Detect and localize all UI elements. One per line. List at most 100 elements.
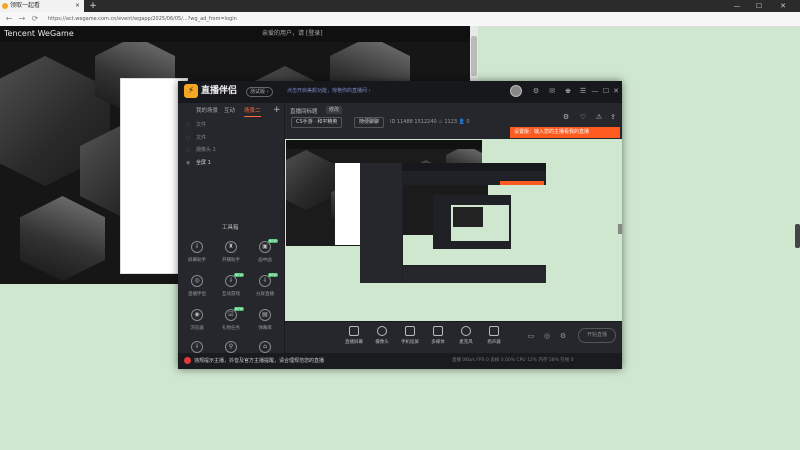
gear-icon[interactable]: ⚙ [558, 331, 568, 341]
media-button[interactable]: 多媒体 [427, 326, 449, 350]
status-warning[interactable]: 违规提示主播，抖音及官方主播提醒，请合理规范您的直播 [184, 355, 324, 367]
room-stats: ID 11488 1512240 ♨ 1123 👤 0 [390, 119, 470, 125]
maximize-icon[interactable]: ☐ [601, 86, 611, 96]
scene-row[interactable]: ◌ 文件 [186, 133, 206, 143]
tool-icon: ♜ [225, 241, 237, 253]
tab-title: 领取一起看 [10, 2, 41, 9]
tool-item[interactable]: ▣ 画中画 NEW [250, 239, 280, 273]
wegame-login-link[interactable]: 亲爱的用户，请 [登录] [262, 28, 323, 40]
tool-item[interactable]: ⌂ [250, 341, 280, 353]
tab-scene-two[interactable]: 场景二 [244, 106, 261, 117]
tool-item[interactable]: ⚲ [216, 341, 246, 353]
tool-icon: ◉ [191, 309, 203, 321]
app-logo-icon: ⚡ [184, 84, 198, 98]
tool-item[interactable]: ♜ 开播助手 [216, 241, 246, 273]
nested-sidebar [360, 163, 402, 283]
new-tab-button[interactable]: + [88, 0, 98, 12]
scene-row-label: 文件 [196, 122, 207, 128]
bottom-tool-label: 多媒体 [431, 340, 445, 345]
setting-notice-banner[interactable]: 设置版：输入您的主播看我的直播 [510, 127, 620, 138]
bottom-tool-label: 扬声器 [487, 340, 501, 345]
tool-icon: ▤ [259, 309, 271, 321]
reload-icon[interactable]: ⟳ [30, 12, 40, 26]
eye-icon[interactable]: ◌ [186, 133, 192, 143]
bottom-tool-label: 手机投屏 [401, 340, 419, 345]
wegame-logo[interactable]: Tencent WeGame [4, 28, 74, 40]
scrollbar-thumb[interactable] [471, 36, 477, 76]
back-icon[interactable]: ← [4, 12, 14, 26]
address-input[interactable]: https://act.wegame.com.cn/event/wgapp/20… [48, 12, 237, 26]
mail-icon[interactable]: ✉ [547, 86, 557, 96]
microphone-button[interactable]: 麦克风 [455, 326, 477, 350]
window-maximize-icon[interactable]: ☐ [750, 0, 768, 12]
view-icon[interactable]: ◎ [542, 331, 552, 341]
avatar[interactable] [510, 85, 522, 97]
scene-row[interactable]: ◌ 摄像头 1 [186, 145, 216, 155]
tool-item[interactable]: ◎ 直播伴侣 [182, 275, 212, 307]
phone-cast-button[interactable]: 手机投屏 [399, 326, 421, 350]
microphone-icon [461, 326, 471, 336]
eye-icon[interactable]: ◌ [186, 145, 192, 155]
room-edit-button[interactable]: 修改 [326, 106, 343, 114]
minimize-icon[interactable]: — [590, 86, 600, 96]
browser-tab[interactable]: 领取一起看 × [0, 0, 84, 12]
tool-icon: ⇩ [191, 341, 203, 353]
settings-icon[interactable]: ⚙ [531, 86, 541, 96]
tool-label: 分屏直播 [256, 292, 274, 297]
heart-icon[interactable]: ♡ [578, 112, 588, 122]
tool-item[interactable]: ▤ 弹幕库 [250, 309, 280, 341]
scene-row[interactable]: ◉ 全屏 1 [186, 158, 211, 168]
share-icon[interactable]: ⇪ [608, 112, 618, 122]
new-badge: NEW [233, 273, 244, 277]
tool-icon: ⇩ [191, 241, 203, 253]
tool-item[interactable]: ⇩ 互动游戏 NEW [216, 273, 246, 307]
forward-icon[interactable]: → [17, 12, 27, 26]
speaker-icon [489, 326, 499, 336]
monitor-icon [349, 326, 359, 336]
tool-item[interactable]: ⇩ 屏幕助手 [182, 241, 212, 273]
lock-icon[interactable]: ⚙ [561, 112, 571, 122]
speaker-button[interactable]: 扬声器 [483, 326, 505, 350]
add-scene-button[interactable]: + [273, 105, 281, 115]
tool-label: 弹幕库 [258, 326, 272, 331]
tool-item[interactable]: ☑ 礼物任务 NEW [216, 307, 246, 341]
screen-capture-button[interactable]: 直播屏幕 [343, 326, 365, 350]
eye-icon[interactable]: ◉ [186, 158, 192, 168]
close-icon[interactable]: ✕ [611, 86, 621, 96]
play-icon [433, 326, 443, 336]
tool-label: 礼物任务 [222, 326, 240, 331]
tool-item[interactable]: ◉ 浏览器 [182, 309, 212, 341]
app-title: 直播伴侣 [201, 86, 238, 96]
menu-icon[interactable]: ☰ [578, 86, 588, 96]
tool-icon: ◎ [191, 275, 203, 287]
crown-icon[interactable]: ♚ [563, 86, 573, 96]
room-category-select[interactable]: CS手游 · 和平精英 [291, 117, 343, 128]
eye-icon[interactable]: ◌ [186, 120, 192, 130]
preview-nested-app [360, 163, 546, 283]
side-handle[interactable] [795, 224, 800, 248]
window-close-icon[interactable]: ✕ [774, 0, 792, 12]
nested-orange-notice [500, 181, 544, 185]
beauty-notice-link[interactable]: 点击开启美颜功能，惊艳你的直播间 › [287, 87, 371, 95]
bell-icon[interactable]: ⚠ [594, 112, 604, 122]
scene-row[interactable]: ◌ 文件 [186, 120, 206, 130]
scene-row-label: 全屏 1 [196, 160, 211, 166]
status-metrics: 直播 0Kb/s FPS 0 丢帧 0.00% CPU 12% 内存 58% 在… [452, 358, 574, 363]
new-badge: NEW [233, 307, 244, 311]
tab-my-scenes[interactable]: 我的场景 [196, 106, 218, 116]
window-minimize-icon[interactable]: — [728, 0, 746, 12]
resize-handle[interactable] [618, 224, 622, 234]
tab-favicon-icon [2, 3, 8, 9]
tool-label: 直播伴侣 [188, 292, 206, 297]
version-badge[interactable]: 测试版 › [246, 87, 273, 97]
tab-close-icon[interactable]: × [75, 0, 80, 12]
room-tag-button[interactable]: 随便聊聊 [354, 117, 385, 128]
new-badge: NEW [267, 239, 278, 243]
camera-button[interactable]: 摄像头 [371, 326, 393, 350]
tab-interact[interactable]: 互动 [224, 106, 235, 116]
record-icon[interactable]: ▭ [526, 331, 536, 341]
browser-tabbar [0, 0, 800, 12]
start-live-button[interactable]: 开始直播 [578, 328, 616, 343]
tool-item[interactable]: ⇩ [182, 341, 212, 353]
tool-item[interactable]: ⇩ 分屏直播 NEW [250, 273, 280, 307]
